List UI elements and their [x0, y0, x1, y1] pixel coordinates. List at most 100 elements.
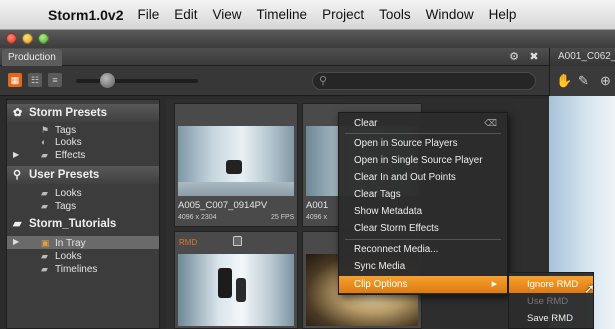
storm-icon: ✿ [13, 107, 23, 119]
grid-view-icon[interactable]: ▦ [8, 73, 22, 87]
section-title: Storm Presets [29, 107, 107, 119]
search-icon: ⚲ [319, 75, 328, 87]
list-view-icon[interactable]: ☷ [28, 73, 42, 87]
window-titlebar [0, 30, 615, 48]
clip-name: A001 [306, 200, 329, 211]
sidebar-item-tutorial-looks[interactable]: ▰ Looks [41, 250, 82, 262]
detail-view-icon[interactable]: ≡ [48, 73, 62, 87]
menu-item-open-source-players[interactable]: Open in Source Players [339, 135, 507, 152]
section-title: User Presets [29, 169, 100, 181]
pen-icon[interactable]: ✎ [578, 73, 589, 89]
thumbnail-size-slider[interactable] [76, 79, 198, 83]
app-menu[interactable]: Storm1.0v2 [48, 7, 123, 23]
menu-item-show-metadata[interactable]: Show Metadata [339, 203, 507, 220]
sidebar: ✿ Storm Presets ⚑ Tags ◐ Looks ▶ ▰ Effects … [6, 99, 160, 329]
clapper-icon: ▰ [41, 188, 48, 198]
sidebar-section-storm-presets[interactable]: ✿ Storm Presets [7, 104, 159, 122]
settings-icon[interactable]: ⚙ [507, 50, 521, 64]
clip-thumbnail [178, 254, 294, 326]
sidebar-item-user-tags[interactable]: ▰ Tags [41, 200, 76, 212]
clip-thumbnail [178, 126, 294, 196]
section-title: Storm_Tutorials [29, 218, 117, 230]
menu-item-save-rmd[interactable]: Save RMD [509, 310, 593, 327]
clip-tile[interactable]: RMD [174, 231, 298, 329]
clip-resolution: 4096 x 2304 [178, 214, 217, 221]
production-panel-header: Production ⚙ ✖ [0, 48, 549, 66]
sidebar-item-user-looks[interactable]: ▰ Looks [41, 187, 82, 199]
menu-item-label: Clear [354, 118, 378, 129]
menu-window[interactable]: Window [426, 7, 474, 22]
tab-viewer[interactable]: A001_C062_ [558, 51, 615, 62]
zoom-icon[interactable]: ⊕ [600, 73, 611, 89]
lock-icon [233, 236, 242, 246]
expand-triangle-icon[interactable]: ▶ [13, 150, 19, 159]
menu-item-sync-media[interactable]: Sync Media [339, 258, 507, 275]
sidebar-item-label: Timelines [55, 264, 98, 275]
menu-item-reconnect-media[interactable]: Reconnect Media... [339, 241, 507, 258]
sidebar-item-tags[interactable]: ⚑ Tags [41, 124, 76, 136]
sidebar-item-effects[interactable]: ▰ Effects [41, 149, 85, 161]
clip-resolution: 4096 x [306, 214, 328, 221]
minimize-window-button[interactable] [22, 33, 33, 44]
tray-icon: ▣ [41, 238, 50, 248]
sidebar-item-label: Effects [55, 150, 86, 161]
mouse-pointer-icon: ➚ [584, 281, 595, 296]
sidebar-section-storm-tutorials[interactable]: ▰ Storm_Tutorials [7, 215, 159, 233]
sidebar-item-in-tray[interactable]: ▣ In Tray [41, 237, 86, 249]
menu-item-use-rmd: Use RMD [527, 296, 569, 307]
clip-name: A005_C007_0914PV [178, 200, 268, 211]
user-icon: ⚲ [13, 169, 22, 181]
submenu-arrow-icon: ▶ [491, 281, 497, 288]
clip-context-menu: Clear ⌫ Open in Source Players Open in S… [338, 112, 508, 295]
hand-icon[interactable]: ✋ [556, 73, 572, 89]
menu-bar: Storm1.0v2 File Edit View Timeline Proje… [0, 0, 615, 30]
menu-project[interactable]: Project [322, 7, 364, 22]
menu-item-clear-storm-effects[interactable]: Clear Storm Effects [339, 220, 507, 237]
tab-production[interactable]: Production [2, 49, 62, 66]
sidebar-item-label: Tags [55, 201, 77, 212]
zoom-window-button[interactable] [38, 33, 49, 44]
expand-triangle-icon[interactable]: ▶ [13, 237, 19, 246]
sidebar-item-label: Tags [55, 125, 77, 136]
production-toolbar: ▦ ☷ ≡ ⚲ [0, 66, 549, 96]
tag-icon: ⚑ [41, 125, 50, 135]
clip-options-submenu: Ignore RMD Use RMD Save RMD [508, 272, 594, 329]
menu-item-clear-in-out[interactable]: Clear In and Out Points [339, 169, 507, 186]
sidebar-item-label: In Tray [55, 238, 86, 249]
sidebar-item-label: Looks [55, 251, 82, 262]
menu-separator [345, 239, 501, 240]
menu-item-clip-options[interactable]: Clip Options ▶ [339, 276, 507, 293]
clapper-icon: ▰ [13, 218, 22, 230]
clapper-icon: ▰ [41, 264, 48, 274]
menu-item-label: Clip Options [354, 279, 408, 290]
slider-thumb[interactable] [100, 73, 115, 88]
close-window-button[interactable] [6, 33, 17, 44]
menu-help[interactable]: Help [489, 7, 517, 22]
clapper-icon: ▰ [41, 251, 48, 261]
sidebar-item-label: Looks [55, 188, 82, 199]
sidebar-item-looks[interactable]: ◐ Looks [41, 136, 82, 148]
menu-item-open-single-source[interactable]: Open in Single Source Player [339, 152, 507, 169]
menu-view[interactable]: View [213, 7, 242, 22]
close-panel-icon[interactable]: ✖ [527, 50, 541, 64]
clip-tile[interactable]: A005_C007_0914PV 4096 x 2304 25 FPS [174, 103, 298, 227]
menu-item-clear[interactable]: Clear ⌫ [339, 115, 507, 132]
sidebar-section-user-presets[interactable]: ⚲ User Presets [7, 166, 159, 184]
menu-item-clear-tags[interactable]: Clear Tags [339, 186, 507, 203]
menu-timeline[interactable]: Timeline [257, 7, 308, 22]
menu-file[interactable]: File [137, 7, 159, 22]
viewer-panel-header: A001_C062_ [549, 48, 615, 66]
sidebar-item-timelines[interactable]: ▰ Timelines [41, 263, 97, 275]
effects-icon: ▰ [41, 150, 48, 160]
delete-key-icon: ⌫ [484, 118, 497, 128]
menu-edit[interactable]: Edit [174, 7, 197, 22]
clapper-icon: ▰ [41, 201, 48, 211]
sidebar-item-label: Looks [55, 137, 82, 148]
looks-icon: ◐ [41, 137, 47, 147]
menu-tools[interactable]: Tools [379, 7, 411, 22]
menu-item-ignore-rmd[interactable]: Ignore RMD [509, 276, 593, 293]
search-input[interactable]: ⚲ [312, 72, 536, 90]
clip-fps: 25 FPS [271, 214, 295, 221]
rmd-badge: RMD [179, 238, 198, 247]
menu-separator [345, 133, 501, 134]
